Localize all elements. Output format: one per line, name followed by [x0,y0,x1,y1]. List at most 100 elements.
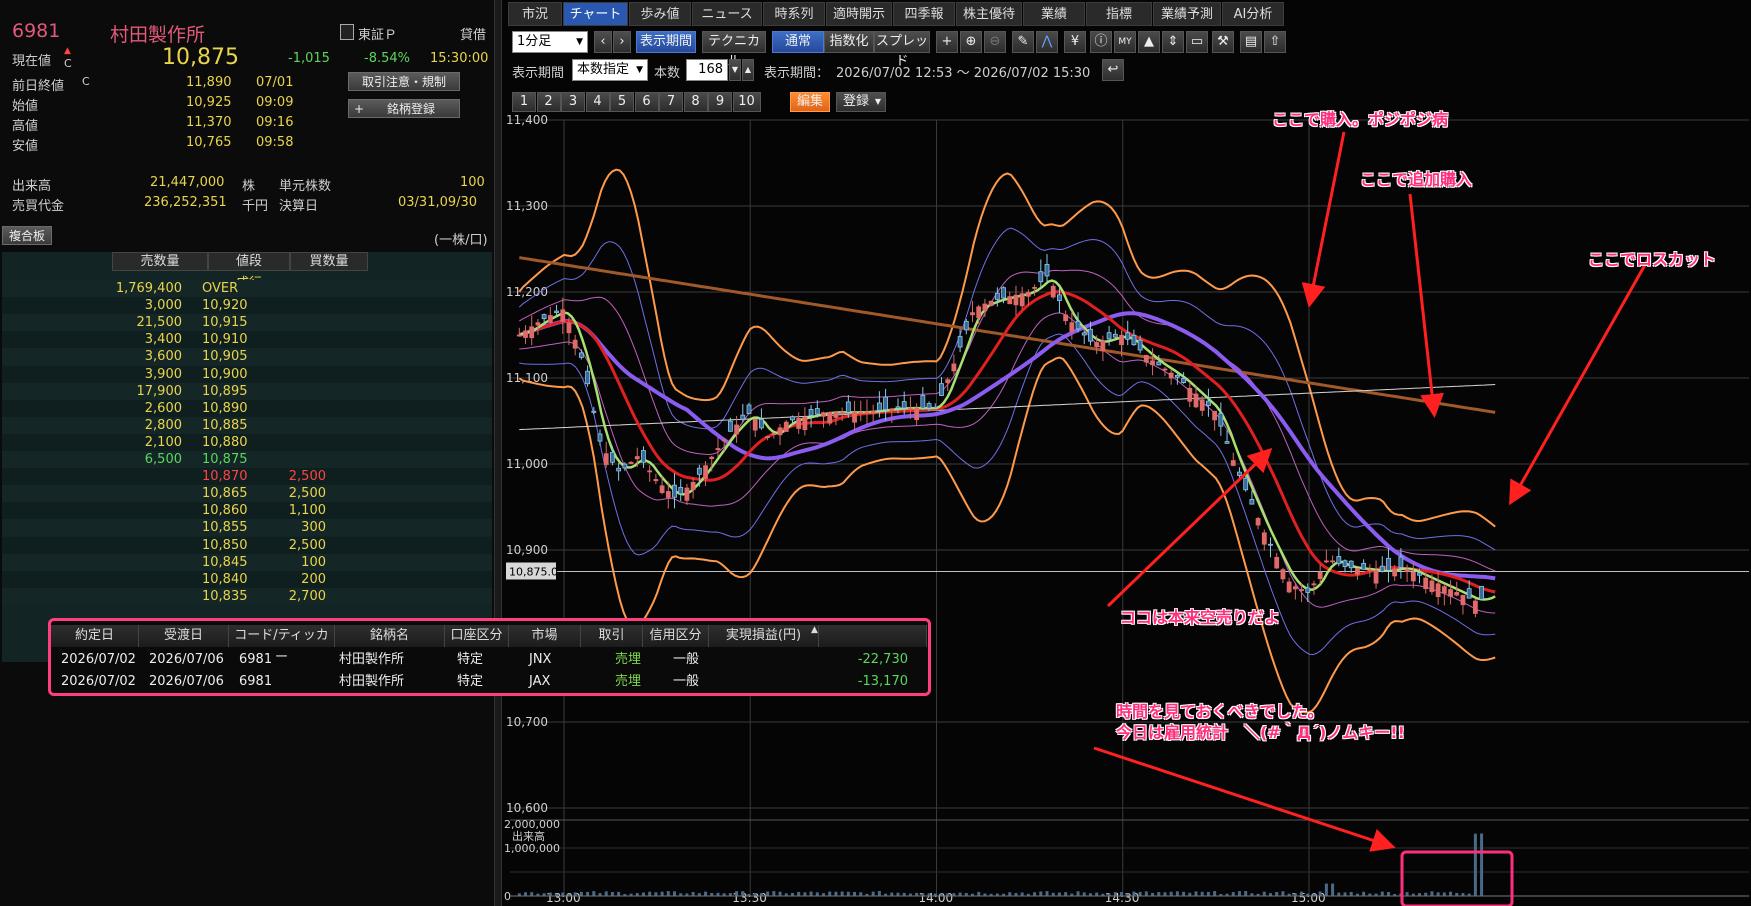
chart-area[interactable]: 10,875.0 11,400 11,300 11,200 11,100 11,000 1… [502,112,1751,906]
period-button[interactable]: 表示期間 [636,31,696,53]
trade-header-0[interactable]: 約定日 [51,625,139,647]
area-chart-icon[interactable]: ▲ [1138,31,1160,53]
book-row[interactable]: 6,500 10,875 [2,451,492,468]
annotation-cut: ここでロスカット [1588,250,1717,269]
book-row[interactable]: 10,855 300 [2,519,492,537]
tab-5[interactable]: 適時開示 [826,2,892,26]
book-row[interactable]: 3,400 10,910 [2,331,492,349]
y-tick-label: 10,700 [506,715,548,729]
book-row[interactable]: 17,900 10,895 [2,382,492,400]
mode-index-button[interactable]: 指数化 [824,31,874,53]
book-row[interactable]: 10,840 200 [2,570,492,588]
book-row[interactable]: 21,500 10,915 [2,314,492,332]
mode-normal-button[interactable]: 通常 [772,31,824,53]
count-stepper-icon[interactable]: ▲ [742,59,754,81]
crosshair-icon[interactable]: + [936,31,958,53]
tab-8[interactable]: 業績 [1023,2,1085,26]
trade-header-4[interactable]: 口座区分 [445,625,509,647]
trade-header-7[interactable]: 信用区分 [643,625,709,647]
my-chart-icon[interactable]: MY [1114,31,1136,53]
preset-button-8[interactable]: 8 [683,92,708,112]
tab-11[interactable]: AI分析 [1222,2,1284,26]
trade-header-5[interactable]: 市場 [509,625,581,647]
info-icon[interactable]: ⓘ [1090,31,1112,53]
volume-bar [1480,833,1484,896]
zoom-in-icon[interactable]: ⊕ [960,31,982,53]
preset-button-10[interactable]: 10 [732,92,761,112]
trade-row[interactable]: 2026/07/02 2026/07/06 6981 村田製作所 特定 JAX 売埋 一般 -1… [51,671,928,693]
auto-scale-icon[interactable]: ⇕ [1162,31,1184,53]
preset-button-7[interactable]: 7 [659,92,683,112]
tab-7[interactable]: 株主優待 [956,2,1022,26]
edit-button[interactable]: 編集 [790,92,830,112]
prev-button[interactable]: ‹ [594,31,612,53]
tab-6[interactable]: 四季報 [893,2,955,26]
doc-icon[interactable] [340,24,354,40]
panel-splitter[interactable] [494,0,502,906]
volume-bar [617,891,621,896]
tab-3[interactable]: ニュース [692,2,762,26]
trade-cell-2: 6981 [239,674,273,689]
count-dropdown-icon[interactable]: ▼ [729,59,741,81]
chevron-down-icon: ▼ [636,65,643,75]
trade-header-8[interactable]: 実現損益(円) [709,625,819,647]
candle-body [1466,588,1472,599]
technical-button[interactable]: テクニカル [702,31,766,69]
interval-select[interactable]: 1分足 ▼ [512,31,588,53]
sort-asc-icon[interactable]: ▲ [811,625,818,635]
preset-button-2[interactable]: 2 [536,92,561,112]
tab-10[interactable]: 業績予測 [1153,2,1221,26]
trade-header-6[interactable]: 取引 [581,625,643,647]
preset-button-5[interactable]: 5 [610,92,634,112]
book-row[interactable]: 10,835 2,700 [2,587,492,605]
reset-range-icon[interactable]: ↩ [1102,59,1124,81]
book-sell: 6,500 [144,452,182,467]
settings-wrench-icon[interactable]: ⚒ [1212,31,1234,53]
book-row[interactable]: 10,850 2,500 [2,536,492,554]
preset-button-1[interactable]: 1 [512,92,536,112]
preset-button-4[interactable]: 4 [585,92,610,112]
yen-icon[interactable]: ¥ [1064,31,1086,53]
candle-body [1268,543,1273,546]
trade-header-1[interactable]: 受渡日 [139,625,229,647]
book-row[interactable]: 1,769,400 OVER [2,280,492,297]
preset-button-9[interactable]: 9 [708,92,732,112]
trading-rules-button[interactable]: 取引注意・規制 [348,72,460,91]
next-button[interactable]: › [613,31,631,53]
order-book-tab[interactable]: 複合板 [2,226,52,245]
preset-button-6[interactable]: 6 [634,92,659,112]
book-row[interactable]: 2,100 10,880 [2,433,492,451]
candle-body [802,416,808,431]
tab-1[interactable]: チャート [563,2,628,26]
trade-row[interactable]: 2026/07/02 2026/07/06 6981 村田製作所 特定 JNX 売埋 一般 -2… [51,649,928,671]
book-row[interactable]: 3,000 10,920 [2,297,492,315]
trade-header-2[interactable]: コード/ティッカー [229,625,335,665]
book-row[interactable]: 10,865 2,500 [2,485,492,503]
print-icon[interactable]: ▤ [1240,31,1262,53]
register-preset-button[interactable]: 登録 ▼ [836,92,886,112]
mode-spread-button[interactable]: スプレッド [874,31,930,69]
pencil-icon[interactable]: ✎ [1012,31,1034,53]
book-row[interactable]: 2,600 10,890 [2,399,492,417]
book-row[interactable]: 3,600 10,905 [2,348,492,366]
register-stock-button[interactable]: + 銘柄登録 [348,99,460,118]
book-row[interactable]: 10,845 100 [2,553,492,571]
count-input[interactable]: 168 [686,59,728,81]
tab-0[interactable]: 市況 [508,2,562,26]
book-row[interactable]: 2,800 10,885 [2,416,492,434]
tab-4[interactable]: 時系列 [763,2,825,26]
trade-header-3[interactable]: 銘柄名 [335,625,445,647]
preset-button-3[interactable]: 3 [561,92,585,112]
trendline-icon[interactable]: ⋀ [1036,31,1058,53]
book-row[interactable]: 10,870 2,500 [2,468,492,486]
fit-chart-icon[interactable]: ▭ [1186,31,1208,53]
book-row[interactable]: 3,900 10,900 [2,365,492,383]
export-icon[interactable]: ⇧ [1264,31,1286,53]
book-row[interactable]: 10,860 1,100 [2,502,492,520]
zoom-out-icon[interactable]: ⊖ [984,31,1006,53]
candle-body [864,411,870,414]
period-mode-select[interactable]: 本数指定 ▼ [572,59,648,81]
tab-9[interactable]: 指標 [1086,2,1152,26]
volume-bar [797,891,801,896]
tab-2[interactable]: 歩み値 [629,2,691,26]
